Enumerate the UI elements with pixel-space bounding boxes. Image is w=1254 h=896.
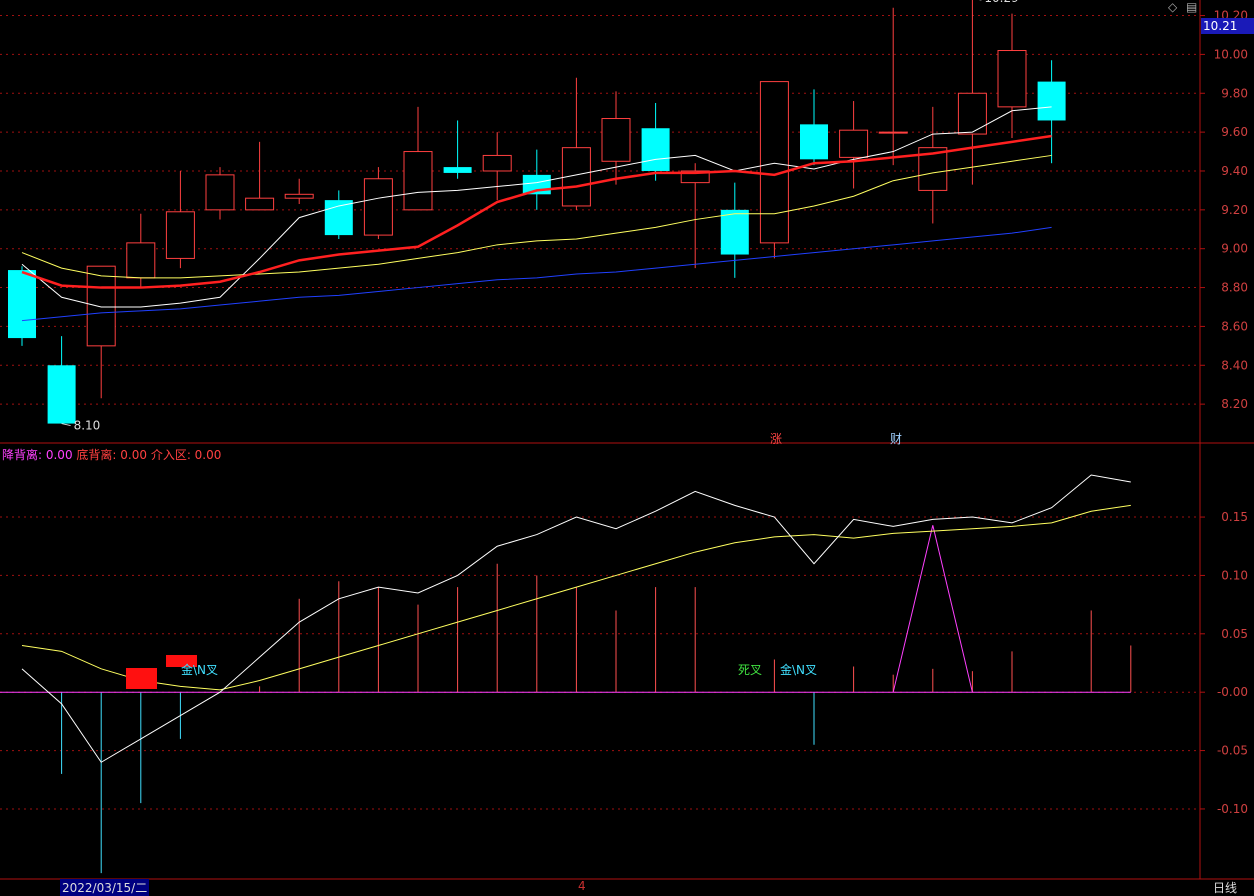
signal-label: 金\N叉 [780,661,817,678]
magenta-signal [893,525,972,692]
candle-body [998,51,1026,107]
y-tick-label: 9.20 [1221,203,1248,217]
candle-body [87,266,115,346]
y-tick-label: 9.80 [1221,86,1248,100]
legend-a: 降背离: 0.00 [2,448,73,462]
y-tick-label: 9.40 [1221,164,1248,178]
candle-body [840,130,868,157]
y-tick-label: -0.05 [1217,744,1248,758]
y-tick-label: 0.10 [1221,568,1248,582]
candle-body [760,82,788,243]
y-tick-label: 10.00 [1214,47,1248,61]
indicator-legend: 降背离: 0.00 底背离: 0.00 介入区: 0.00 [2,446,221,463]
candle-body [642,128,670,171]
candle-body [444,167,472,173]
candle-body [800,124,828,159]
legend-c: 介入区: 0.00 [151,448,222,462]
candle-body [404,152,432,210]
signal-label: 死叉 [738,661,762,678]
candle-body [285,194,313,198]
menu-icon[interactable]: ▤ [1186,0,1197,14]
y-tick-label: 9.00 [1221,242,1248,256]
signal-box [126,668,157,689]
y-tick-label: 8.60 [1221,319,1248,333]
event-marker-zhang[interactable]: 涨 [770,430,782,447]
cursor-date: 2022/03/15/二 [60,879,149,896]
candle-body [206,175,234,210]
price-annotation: 8.10 [74,419,101,433]
event-marker-cai[interactable]: 财 [890,430,902,447]
y-tick-label: 8.20 [1221,397,1248,411]
y-tick-label: 8.40 [1221,358,1248,372]
y-tick-label: -0.10 [1217,802,1248,816]
signal-label: 金\N叉 [181,661,218,678]
y-tick-label: 8.80 [1221,281,1248,295]
price-annotation: 10.29 [984,0,1018,5]
y-tick-label: -0.00 [1217,685,1248,699]
candle-body [48,365,76,423]
y-tick-label: 0.15 [1221,510,1248,524]
candle-body [127,243,155,278]
candle-body [958,93,986,134]
y-tick-label: 9.60 [1221,125,1248,139]
current-price-label: 10.21 [1201,18,1254,34]
candle-body [325,200,353,235]
candle-body [602,119,630,162]
candle-body [721,210,749,255]
candle-body [8,270,36,338]
candle-body [483,155,511,171]
candle-body [166,212,194,259]
legend-b: 底背离: 0.00 [76,448,147,462]
month-tick: 4 [578,879,586,893]
candle-body [364,179,392,235]
diamond-icon[interactable]: ◇ [1168,0,1177,14]
annotation-arrow [62,424,71,426]
period-label[interactable]: 日线 [1213,879,1237,896]
candle-body [879,132,907,133]
y-tick-label: 0.05 [1221,627,1248,641]
candle-body [1038,82,1066,121]
candle-body [246,198,274,210]
